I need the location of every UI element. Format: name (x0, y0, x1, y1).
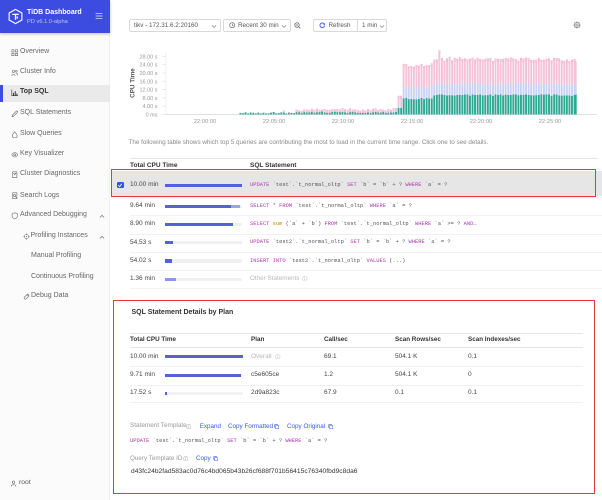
svg-text:8.00 s: 8.00 s (143, 96, 158, 102)
svg-text:16.00 s: 16.00 s (139, 79, 157, 85)
svg-text:4.00 s: 4.00 s (143, 104, 158, 110)
svg-text:22:15:00: 22:15:00 (401, 119, 424, 125)
svg-text:0 ms: 0 ms (146, 113, 158, 119)
svg-text:22:25:00: 22:25:00 (539, 119, 562, 125)
svg-text:CPU Time: CPU Time (130, 68, 137, 98)
svg-text:22:00:00: 22:00:00 (194, 119, 217, 125)
svg-text:22:20:00: 22:20:00 (470, 119, 493, 125)
svg-text:12.00 s: 12.00 s (139, 88, 157, 94)
svg-text:22:10:00: 22:10:00 (332, 119, 355, 125)
svg-text:24.00 s: 24.00 s (139, 63, 157, 69)
svg-text:22:05:00: 22:05:00 (263, 119, 286, 125)
svg-text:20.00 s: 20.00 s (139, 71, 157, 77)
svg-text:28.00 s: 28.00 s (139, 54, 157, 60)
